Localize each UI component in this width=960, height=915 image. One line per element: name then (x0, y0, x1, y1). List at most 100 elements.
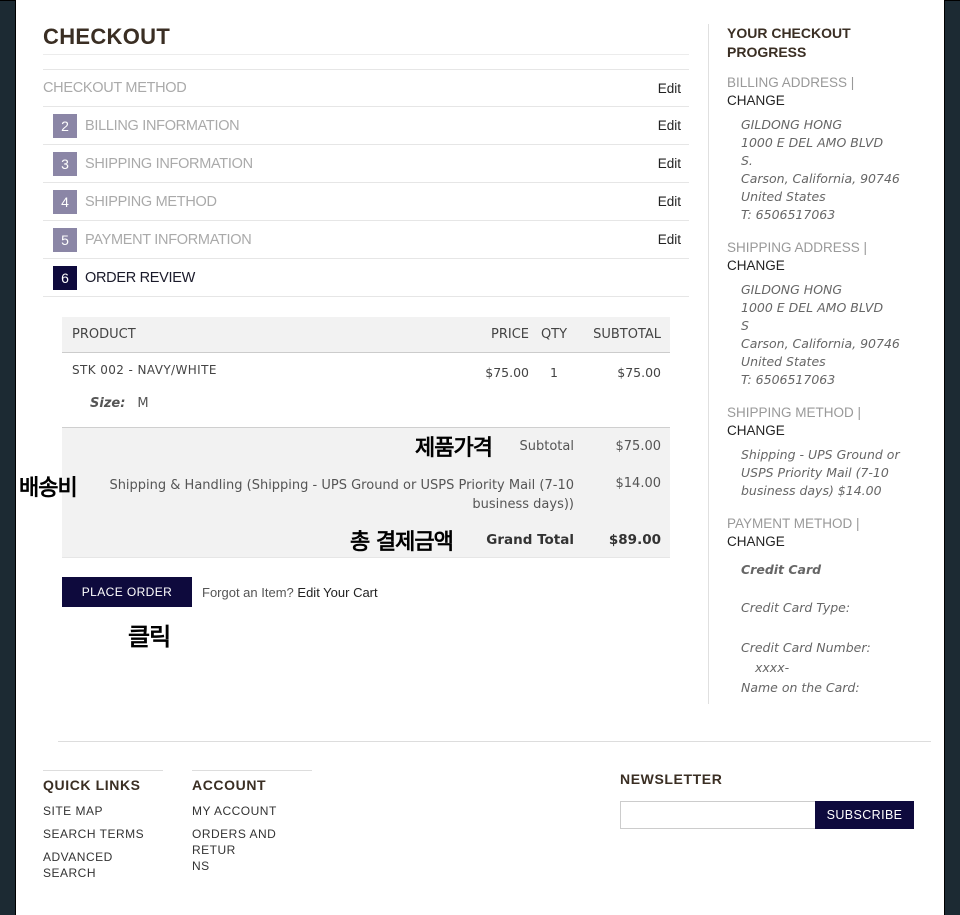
annotation-product-price: 제품가격 (415, 436, 493, 461)
address-line: GILDONG HONG (741, 117, 843, 132)
sidebar-divider (708, 24, 709, 704)
method-line: business days) $14.00 (741, 483, 882, 498)
address-line: United States (741, 354, 826, 369)
footer-link-advanced-search[interactable]: ADVANCED SEARCH (43, 849, 163, 881)
address-line: T: 6506517063 (741, 372, 836, 387)
payment-card-label: Credit Card (741, 562, 822, 577)
edit-link[interactable]: Edit (658, 118, 681, 133)
account-title: ACCOUNT (192, 770, 312, 793)
address-line: T: 6506517063 (741, 207, 836, 222)
payment-head-label: PAYMENT METHOD | (727, 516, 860, 531)
newsletter-email-input[interactable] (620, 801, 816, 829)
table-header: PRODUCT PRICE QTY SUBTOTAL (62, 317, 670, 353)
address-line: S. (741, 153, 753, 168)
method-head-label: SHIPPING METHOD | (727, 405, 862, 420)
grand-total-value: $89.00 (608, 532, 661, 548)
step-shipping-method[interactable]: 4 SHIPPING METHOD Edit (43, 183, 689, 221)
address-line: Carson, California, 90746 (741, 171, 900, 186)
footer-divider (58, 741, 931, 742)
shipping-label: Shipping & Handling (Shipping - UPS Grou… (109, 478, 574, 512)
product-price: $75.00 (485, 365, 529, 380)
method-change-link[interactable]: CHANGE (727, 422, 927, 440)
grand-total-label: Grand Total (486, 532, 574, 548)
product-qty: 1 (550, 365, 558, 380)
column-price: PRICE (491, 327, 529, 342)
edit-link[interactable]: Edit (658, 194, 681, 209)
payment-method-heading: PAYMENT METHOD | CHANGE (727, 515, 927, 551)
step-checkout-method[interactable]: CHECKOUT METHOD Edit (43, 69, 689, 107)
address-line: GILDONG HONG (741, 282, 843, 297)
step-number: 4 (53, 189, 77, 214)
step-label: CHECKOUT METHOD (43, 80, 187, 96)
place-order-button[interactable]: PLACE ORDER (62, 577, 192, 607)
product-option: Size: M (90, 396, 149, 411)
shipping-address: GILDONG HONG 1000 E DEL AMO BLVD S Carso… (727, 281, 927, 389)
billing-address: GILDONG HONG 1000 E DEL AMO BLVD S. Cars… (727, 116, 927, 224)
footer-link-orders[interactable]: ORDERS AND RETUR NS (192, 826, 312, 874)
table-row: STK 002 - NAVY/WHITE $75.00 1 $75.00 Siz… (62, 353, 670, 427)
step-billing-information[interactable]: 2 BILLING INFORMATION Edit (43, 107, 689, 145)
address-line: Carson, California, 90746 (741, 336, 900, 351)
step-number: 3 (53, 151, 77, 176)
method-line: Shipping - UPS Ground or (741, 447, 900, 462)
column-subtotal: SUBTOTAL (593, 327, 661, 342)
product-name: STK 002 - NAVY/WHITE (72, 363, 217, 377)
step-shipping-information[interactable]: 3 SHIPPING INFORMATION Edit (43, 145, 689, 183)
product-subtotal: $75.00 (617, 365, 661, 380)
address-line: 1000 E DEL AMO BLVD (741, 300, 884, 315)
edit-link[interactable]: Edit (658, 156, 681, 171)
page-title: CHECKOUT (43, 24, 689, 55)
step-label: SHIPPING INFORMATION (85, 155, 253, 172)
order-review-table: PRODUCT PRICE QTY SUBTOTAL STK 002 - NAV… (62, 317, 670, 558)
footer-link-search-terms[interactable]: SEARCH TERMS (43, 826, 163, 842)
quick-links-title: QUICK LINKS (43, 770, 163, 793)
step-number: 6 (53, 265, 77, 290)
payment-method-detail: Credit Card Credit Card Type: Credit Car… (727, 561, 927, 697)
billing-address-heading: BILLING ADDRESS | CHANGE (727, 74, 927, 110)
footer-link-my-account[interactable]: MY ACCOUNT (192, 803, 312, 819)
footer-link-site-map[interactable]: SITE MAP (43, 803, 163, 819)
footer-newsletter: NEWSLETTER SUBSCRIBE (620, 771, 914, 829)
subscribe-button[interactable]: SUBSCRIBE (815, 801, 914, 829)
footer-account: ACCOUNT MY ACCOUNT ORDERS AND RETUR NS (192, 770, 312, 881)
orders-line-2: NS (192, 859, 210, 873)
payment-change-link[interactable]: CHANGE (727, 533, 927, 551)
orders-line-1: ORDERS AND RETUR (192, 827, 277, 857)
shipping-change-link[interactable]: CHANGE (727, 257, 927, 275)
footer-quick-links: QUICK LINKS SITE MAP SEARCH TERMS ADVANC… (43, 770, 163, 888)
step-number: 2 (53, 113, 77, 138)
edit-cart-link[interactable]: Edit Your Cart (297, 585, 377, 600)
method-line: USPS Priority Mail (7-10 (741, 465, 889, 480)
address-line: S (741, 318, 749, 333)
billing-change-link[interactable]: CHANGE (727, 92, 927, 110)
card-number-label: Credit Card Number: (741, 640, 871, 655)
column-product: PRODUCT (72, 327, 136, 342)
page-container: CHECKOUT CHECKOUT METHOD Edit 2 BILLING … (15, 0, 945, 915)
step-label: SHIPPING METHOD (85, 193, 217, 210)
shipping-method-detail: Shipping - UPS Ground or USPS Priority M… (727, 446, 927, 500)
billing-head-label: BILLING ADDRESS | (727, 75, 855, 90)
shipping-value: $14.00 (615, 476, 662, 491)
edit-link[interactable]: Edit (658, 81, 681, 96)
subtotal-label: Subtotal (519, 439, 574, 454)
newsletter-title: NEWSLETTER (620, 771, 723, 787)
step-label: BILLING INFORMATION (85, 117, 240, 134)
order-actions: PLACE ORDER Forgot an Item? Edit Your Ca… (62, 577, 378, 607)
edit-link[interactable]: Edit (658, 232, 681, 247)
forgot-label: Forgot an Item? (202, 584, 294, 600)
step-payment-information[interactable]: 5 PAYMENT INFORMATION Edit (43, 221, 689, 259)
option-value: M (137, 396, 149, 411)
column-qty: QTY (540, 327, 568, 342)
address-line: 1000 E DEL AMO BLVD (741, 135, 884, 150)
option-label: Size: (90, 396, 126, 411)
step-label: ORDER REVIEW (85, 269, 195, 286)
annotation-click: 클릭 (128, 623, 171, 651)
card-name-label: Name on the Card: (741, 680, 860, 695)
annotation-total-payment: 총 결제금액 (350, 530, 454, 555)
step-number: 5 (53, 227, 77, 252)
shipping-address-heading: SHIPPING ADDRESS | CHANGE (727, 239, 927, 275)
forgot-item-text: Forgot an Item? Edit Your Cart (202, 585, 378, 600)
card-number-value: xxxx- (755, 660, 790, 675)
step-label: PAYMENT INFORMATION (85, 231, 252, 248)
address-line: United States (741, 189, 826, 204)
